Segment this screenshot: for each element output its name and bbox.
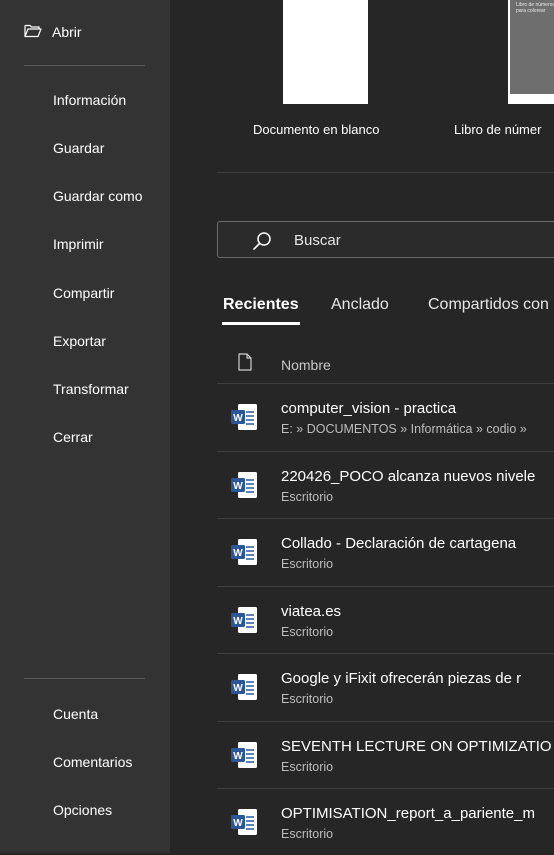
word-document-icon: W	[231, 472, 257, 498]
file-name: Google y iFixit ofrecerán piezas de r	[281, 670, 522, 687]
file-row[interactable]: W 220426_POCO alcanza nuevos nivele Escrit…	[217, 451, 554, 518]
sidebar-item-guardar-como[interactable]: Guardar como	[0, 182, 170, 212]
sidebar-divider	[24, 678, 145, 679]
tab-recientes[interactable]: Recientes	[223, 296, 299, 314]
template-thumbnail: Libro de números para colorear	[510, 0, 554, 94]
svg-text:W: W	[233, 481, 243, 492]
row-divider	[217, 586, 554, 587]
sidebar-item-compartir[interactable]: Compartir	[0, 279, 170, 309]
sidebar-item-label: Imprimir	[53, 236, 104, 252]
row-divider	[217, 383, 554, 384]
sidebar-item-guardar[interactable]: Guardar	[0, 134, 170, 164]
row-divider	[217, 451, 554, 452]
backstage-main: Documento en blanco Libro de números par…	[170, 0, 554, 853]
file-name: OPTIMISATION_report_a_pariente_m	[281, 805, 535, 822]
row-divider	[217, 653, 554, 654]
file-path: Escritorio	[281, 692, 334, 706]
file-path: Escritorio	[281, 827, 334, 841]
file-name: computer_vision - practica	[281, 400, 457, 417]
template-thumbnail-text: Libro de números para colorear	[516, 2, 554, 14]
open-button[interactable]: Abrir	[0, 18, 170, 46]
template-label-blank[interactable]: Documento en blanco	[253, 122, 379, 137]
file-path: Escritorio	[281, 557, 334, 571]
file-path: Escritorio	[281, 490, 334, 504]
search-input[interactable]: Buscar	[217, 221, 554, 258]
svg-text:W: W	[233, 818, 243, 829]
section-divider	[217, 172, 554, 173]
svg-text:W: W	[233, 548, 243, 559]
row-divider	[217, 518, 554, 519]
svg-text:W: W	[233, 616, 243, 627]
word-document-icon: W	[231, 539, 257, 565]
sidebar-item-label: Cerrar	[53, 429, 93, 445]
file-path: Escritorio	[281, 625, 334, 639]
file-row[interactable]: W SEVENTH LECTURE ON OPTIMIZATIO Escritori…	[217, 721, 554, 788]
sidebar-divider	[24, 65, 145, 66]
file-path: E: » DOCUMENTOS » Informática » codio »	[281, 422, 527, 436]
file-path: Escritorio	[281, 760, 334, 774]
template-coloring-book[interactable]: Libro de números para colorear	[508, 0, 554, 104]
open-label: Abrir	[52, 24, 82, 40]
document-icon	[238, 353, 252, 371]
template-label-coloring-book[interactable]: Libro de númer	[454, 122, 541, 137]
tab-compartidos[interactable]: Compartidos con	[428, 296, 549, 314]
file-name: SEVENTH LECTURE ON OPTIMIZATIO	[281, 738, 552, 755]
file-row[interactable]: Wcomputer_vision - practica E: » DOCUMENT…	[217, 383, 554, 450]
file-list-header: Nombre	[217, 348, 554, 382]
sidebar-item-cerrar[interactable]: Cerrar	[0, 423, 170, 453]
file-row[interactable]: Wviatea.es Escritorio	[217, 586, 554, 653]
active-tab-indicator	[222, 322, 300, 325]
file-name: 220426_POCO alcanza nuevos nivele	[281, 468, 536, 485]
sidebar-item-label: Comentarios	[53, 754, 133, 770]
sidebar-item-label: Compartir	[53, 285, 115, 301]
sidebar-item-label: Información	[53, 92, 127, 108]
sidebar-item-label: Exportar	[53, 333, 106, 349]
word-document-icon: W	[231, 674, 257, 700]
svg-text:W: W	[233, 751, 243, 762]
svg-text:W: W	[233, 413, 243, 424]
sidebar-item-opciones[interactable]: Opciones	[0, 796, 170, 826]
sidebar-item-label: Guardar	[53, 140, 105, 156]
search-placeholder: Buscar	[294, 232, 341, 249]
word-document-icon: W	[231, 404, 257, 430]
tab-anclado[interactable]: Anclado	[331, 296, 389, 314]
word-document-icon: W	[231, 809, 257, 835]
sidebar-item-informacion[interactable]: Información	[0, 86, 170, 116]
search-icon	[253, 232, 271, 250]
row-divider	[217, 721, 554, 722]
backstage-sidebar: Abrir Información Guardar Guardar como I…	[0, 0, 170, 853]
file-row[interactable]: W OPTIMISATION_report_a_pariente_m Escrito…	[217, 788, 554, 855]
sidebar-item-exportar[interactable]: Exportar	[0, 327, 170, 357]
template-blank-document[interactable]	[283, 0, 368, 104]
file-name: viatea.es	[281, 603, 342, 620]
sidebar-item-comentarios[interactable]: Comentarios	[0, 748, 170, 778]
sidebar-item-label: Guardar como	[53, 188, 143, 204]
word-document-icon: W	[231, 607, 257, 633]
sidebar-item-label: Opciones	[53, 802, 113, 818]
file-name: Collado - Declaración de cartagena	[281, 535, 517, 552]
file-row[interactable]: W Google y iFixit ofrecerán piezas de r Es…	[217, 653, 554, 720]
svg-text:W: W	[233, 683, 243, 694]
sidebar-item-cuenta[interactable]: Cuenta	[0, 700, 170, 730]
sidebar-item-imprimir[interactable]: Imprimir	[0, 230, 170, 260]
folder-open-icon	[24, 24, 42, 38]
sidebar-item-transformar[interactable]: Transformar	[0, 375, 170, 405]
sidebar-item-label: Transformar	[53, 381, 129, 397]
column-name-header[interactable]: Nombre	[281, 357, 331, 373]
word-document-icon: W	[231, 742, 257, 768]
row-divider	[217, 788, 554, 789]
file-row[interactable]: W Collado - Declaración de cartagena Escri…	[217, 518, 554, 585]
sidebar-item-label: Cuenta	[53, 706, 99, 722]
